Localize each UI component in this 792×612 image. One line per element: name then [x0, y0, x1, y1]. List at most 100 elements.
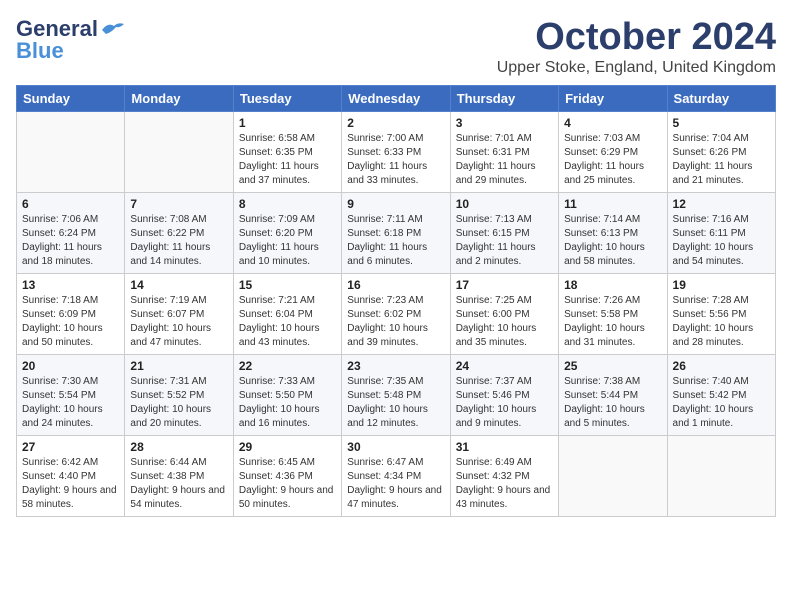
calendar-week-row: 1 Sunrise: 6:58 AM Sunset: 6:35 PM Daylig… [17, 112, 776, 193]
month-title: October 2024 [497, 16, 776, 59]
day-info: Sunrise: 7:03 AM Sunset: 6:29 PM Dayligh… [564, 132, 661, 188]
day-number: 24 [456, 359, 553, 373]
day-info: Sunrise: 7:31 AM Sunset: 5:52 PM Dayligh… [130, 375, 227, 431]
day-info: Sunrise: 7:28 AM Sunset: 5:56 PM Dayligh… [673, 294, 770, 350]
day-number: 25 [564, 359, 661, 373]
calendar-cell [125, 112, 233, 193]
day-number: 23 [347, 359, 444, 373]
day-info: Sunrise: 7:40 AM Sunset: 5:42 PM Dayligh… [673, 375, 770, 431]
day-number: 29 [239, 440, 336, 454]
calendar-cell: 20Sunrise: 7:30 AM Sunset: 5:54 PM Dayli… [17, 355, 125, 436]
calendar-cell: 15 Sunrise: 7:21 AM Sunset: 6:04 PM Dayli… [233, 274, 341, 355]
calendar-table: SundayMondayTuesdayWednesdayThursdayFrid… [16, 85, 776, 517]
weekday-header: Thursday [450, 86, 558, 112]
day-number: 26 [673, 359, 770, 373]
day-number: 3 [456, 116, 553, 130]
calendar-cell: 24 Sunrise: 7:37 AM Sunset: 5:46 PM Dayli… [450, 355, 558, 436]
day-info: Sunrise: 7:35 AM Sunset: 5:48 PM Dayligh… [347, 375, 444, 431]
day-number: 31 [456, 440, 553, 454]
day-info: Sunrise: 6:58 AM Sunset: 6:35 PM Dayligh… [239, 132, 336, 188]
calendar-cell: 5 Sunrise: 7:04 AM Sunset: 6:26 PM Daylig… [667, 112, 775, 193]
calendar-cell: 23 Sunrise: 7:35 AM Sunset: 5:48 PM Dayli… [342, 355, 450, 436]
day-info: Sunrise: 7:14 AM Sunset: 6:13 PM Dayligh… [564, 213, 661, 269]
calendar-cell: 3 Sunrise: 7:01 AM Sunset: 6:31 PM Daylig… [450, 112, 558, 193]
day-number: 8 [239, 197, 336, 211]
day-number: 10 [456, 197, 553, 211]
calendar-cell: 27 Sunrise: 6:42 AM Sunset: 4:40 PM Dayli… [17, 436, 125, 517]
day-number: 9 [347, 197, 444, 211]
calendar-cell: 13Sunrise: 7:18 AM Sunset: 6:09 PM Dayli… [17, 274, 125, 355]
calendar-cell: 10 Sunrise: 7:13 AM Sunset: 6:15 PM Dayli… [450, 193, 558, 274]
day-info: Sunrise: 7:01 AM Sunset: 6:31 PM Dayligh… [456, 132, 553, 188]
day-number: 27 [22, 440, 119, 454]
location-text: Upper Stoke, England, United Kingdom [497, 59, 776, 77]
weekday-header: Wednesday [342, 86, 450, 112]
day-number: 4 [564, 116, 661, 130]
calendar-cell [559, 436, 667, 517]
day-number: 7 [130, 197, 227, 211]
day-info: Sunrise: 7:11 AM Sunset: 6:18 PM Dayligh… [347, 213, 444, 269]
weekday-header: Monday [125, 86, 233, 112]
day-number: 20 [22, 359, 119, 373]
day-info: Sunrise: 7:13 AM Sunset: 6:15 PM Dayligh… [456, 213, 553, 269]
day-info: Sunrise: 7:06 AM Sunset: 6:24 PM Dayligh… [22, 213, 119, 269]
title-section: October 2024 Upper Stoke, England, Unite… [497, 16, 776, 77]
logo-blue-text: Blue [16, 38, 64, 64]
calendar-cell: 30 Sunrise: 6:47 AM Sunset: 4:34 PM Dayli… [342, 436, 450, 517]
weekday-header-row: SundayMondayTuesdayWednesdayThursdayFrid… [17, 86, 776, 112]
day-info: Sunrise: 7:23 AM Sunset: 6:02 PM Dayligh… [347, 294, 444, 350]
day-number: 1 [239, 116, 336, 130]
weekday-header: Tuesday [233, 86, 341, 112]
calendar-cell: 12Sunrise: 7:16 AM Sunset: 6:11 PM Dayli… [667, 193, 775, 274]
day-info: Sunrise: 7:26 AM Sunset: 5:58 PM Dayligh… [564, 294, 661, 350]
day-number: 5 [673, 116, 770, 130]
day-number: 11 [564, 197, 661, 211]
day-number: 22 [239, 359, 336, 373]
day-info: Sunrise: 6:47 AM Sunset: 4:34 PM Dayligh… [347, 456, 444, 512]
day-number: 12 [673, 197, 770, 211]
day-number: 21 [130, 359, 227, 373]
calendar-cell: 25 Sunrise: 7:38 AM Sunset: 5:44 PM Dayli… [559, 355, 667, 436]
day-info: Sunrise: 7:38 AM Sunset: 5:44 PM Dayligh… [564, 375, 661, 431]
calendar-cell: 1 Sunrise: 6:58 AM Sunset: 6:35 PM Daylig… [233, 112, 341, 193]
calendar-week-row: 20Sunrise: 7:30 AM Sunset: 5:54 PM Dayli… [17, 355, 776, 436]
day-number: 18 [564, 278, 661, 292]
calendar-cell: 18 Sunrise: 7:26 AM Sunset: 5:58 PM Dayli… [559, 274, 667, 355]
calendar-cell: 22Sunrise: 7:33 AM Sunset: 5:50 PM Dayli… [233, 355, 341, 436]
day-number: 19 [673, 278, 770, 292]
calendar-cell: 17Sunrise: 7:25 AM Sunset: 6:00 PM Dayli… [450, 274, 558, 355]
calendar-cell: 29 Sunrise: 6:45 AM Sunset: 4:36 PM Dayli… [233, 436, 341, 517]
calendar-cell: 9 Sunrise: 7:11 AM Sunset: 6:18 PM Daylig… [342, 193, 450, 274]
calendar-cell: 31 Sunrise: 6:49 AM Sunset: 4:32 PM Dayli… [450, 436, 558, 517]
logo-bird-icon [100, 20, 126, 38]
day-number: 15 [239, 278, 336, 292]
calendar-cell: 7Sunrise: 7:08 AM Sunset: 6:22 PM Daylig… [125, 193, 233, 274]
day-info: Sunrise: 7:37 AM Sunset: 5:46 PM Dayligh… [456, 375, 553, 431]
day-info: Sunrise: 7:04 AM Sunset: 6:26 PM Dayligh… [673, 132, 770, 188]
day-number: 2 [347, 116, 444, 130]
day-info: Sunrise: 6:49 AM Sunset: 4:32 PM Dayligh… [456, 456, 553, 512]
day-info: Sunrise: 7:09 AM Sunset: 6:20 PM Dayligh… [239, 213, 336, 269]
day-info: Sunrise: 6:45 AM Sunset: 4:36 PM Dayligh… [239, 456, 336, 512]
day-info: Sunrise: 6:44 AM Sunset: 4:38 PM Dayligh… [130, 456, 227, 512]
calendar-cell: 6 Sunrise: 7:06 AM Sunset: 6:24 PM Daylig… [17, 193, 125, 274]
calendar-cell [667, 436, 775, 517]
calendar-cell: 16 Sunrise: 7:23 AM Sunset: 6:02 PM Dayli… [342, 274, 450, 355]
calendar-cell: 21 Sunrise: 7:31 AM Sunset: 5:52 PM Dayli… [125, 355, 233, 436]
day-number: 13 [22, 278, 119, 292]
day-info: Sunrise: 7:19 AM Sunset: 6:07 PM Dayligh… [130, 294, 227, 350]
calendar-week-row: 13Sunrise: 7:18 AM Sunset: 6:09 PM Dayli… [17, 274, 776, 355]
day-number: 16 [347, 278, 444, 292]
calendar-cell: 14Sunrise: 7:19 AM Sunset: 6:07 PM Dayli… [125, 274, 233, 355]
calendar-cell [17, 112, 125, 193]
calendar-cell: 8 Sunrise: 7:09 AM Sunset: 6:20 PM Daylig… [233, 193, 341, 274]
day-info: Sunrise: 7:21 AM Sunset: 6:04 PM Dayligh… [239, 294, 336, 350]
day-number: 28 [130, 440, 227, 454]
calendar-cell: 2Sunrise: 7:00 AM Sunset: 6:33 PM Daylig… [342, 112, 450, 193]
day-number: 6 [22, 197, 119, 211]
calendar-cell: 11 Sunrise: 7:14 AM Sunset: 6:13 PM Dayli… [559, 193, 667, 274]
calendar-week-row: 6 Sunrise: 7:06 AM Sunset: 6:24 PM Daylig… [17, 193, 776, 274]
day-number: 30 [347, 440, 444, 454]
page-header: General Blue October 2024 Upper Stoke, E… [16, 16, 776, 77]
day-info: Sunrise: 6:42 AM Sunset: 4:40 PM Dayligh… [22, 456, 119, 512]
